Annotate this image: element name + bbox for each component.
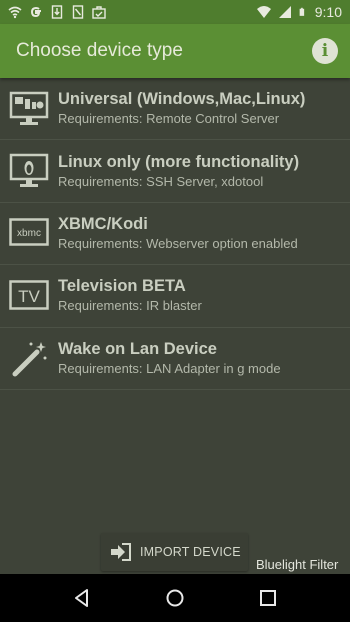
- wifi-signal-icon: [256, 6, 271, 18]
- device-option-television[interactable]: TV Television BETA Requirements: IR blas…: [0, 265, 350, 328]
- system-nav-bar: [0, 574, 350, 622]
- device-option-subtitle: Requirements: Webserver option enabled: [58, 235, 298, 251]
- tv-icon-label: TV: [18, 287, 40, 306]
- magic-wand-icon: [8, 337, 50, 379]
- device-option-title: Universal (Windows,Mac,Linux): [58, 90, 306, 109]
- status-time: 9:10: [314, 4, 342, 20]
- device-type-list: Universal (Windows,Mac,Linux) Requiremen…: [0, 78, 350, 390]
- status-right-icons: 9:10: [256, 4, 342, 20]
- device-option-text: Wake on Lan Device Requirements: LAN Ada…: [58, 339, 281, 378]
- page-title: Choose device type: [16, 40, 183, 61]
- device-option-wake-on-lan[interactable]: Wake on Lan Device Requirements: LAN Ada…: [0, 328, 350, 390]
- back-icon[interactable]: [72, 588, 92, 608]
- notes-icon: [72, 5, 84, 19]
- device-option-title: Linux only (more functionality): [58, 152, 300, 171]
- xbmc-icon-label: xbmc: [17, 228, 41, 239]
- xbmc-icon: xbmc: [8, 212, 50, 254]
- briefcase-icon: [92, 6, 106, 19]
- download-icon: [51, 5, 63, 19]
- cell-signal-icon: [278, 6, 291, 18]
- device-option-title: Wake on Lan Device: [58, 339, 217, 358]
- monitor-os-icon: [8, 88, 50, 130]
- import-device-button[interactable]: IMPORT DEVICE: [101, 533, 248, 571]
- status-left-icons: [8, 5, 106, 19]
- app-bar: Choose device type i: [0, 24, 350, 78]
- device-option-text: Television BETA Requirements: IR blaster: [58, 276, 202, 315]
- import-icon: [111, 543, 131, 561]
- status-bar: 9:10: [0, 0, 350, 24]
- device-option-text: Universal (Windows,Mac,Linux) Requiremen…: [58, 89, 305, 128]
- home-icon[interactable]: [165, 588, 185, 608]
- bluelight-filter-label: Bluelight Filter: [256, 557, 339, 572]
- google-icon: [30, 6, 41, 18]
- device-option-linux[interactable]: Linux only (more functionality) Requirem…: [0, 140, 350, 203]
- device-option-universal[interactable]: Universal (Windows,Mac,Linux) Requiremen…: [0, 78, 350, 141]
- wifi-icon: [8, 6, 22, 19]
- device-option-subtitle: Requirements: IR blaster: [58, 298, 202, 314]
- monitor-linux-icon: [8, 150, 50, 192]
- device-option-title: Television BETA: [58, 277, 186, 296]
- device-option-title: XBMC/Kodi: [58, 214, 148, 233]
- battery-icon: [299, 7, 304, 16]
- recents-icon[interactable]: [258, 588, 278, 608]
- device-option-subtitle: Requirements: LAN Adapter in g mode: [58, 360, 281, 376]
- device-option-subtitle: Requirements: Remote Control Server: [58, 111, 280, 127]
- tv-icon: TV: [8, 275, 50, 317]
- device-option-text: Linux only (more functionality) Requirem…: [58, 152, 299, 191]
- import-device-label: IMPORT DEVICE: [140, 545, 241, 559]
- device-option-subtitle: Requirements: SSH Server, xdotool: [58, 173, 264, 189]
- info-icon[interactable]: i: [312, 38, 338, 64]
- device-option-text: XBMC/Kodi Requirements: Webserver option…: [58, 214, 298, 253]
- device-option-xbmc[interactable]: xbmc XBMC/Kodi Requirements: Webserver o…: [0, 203, 350, 266]
